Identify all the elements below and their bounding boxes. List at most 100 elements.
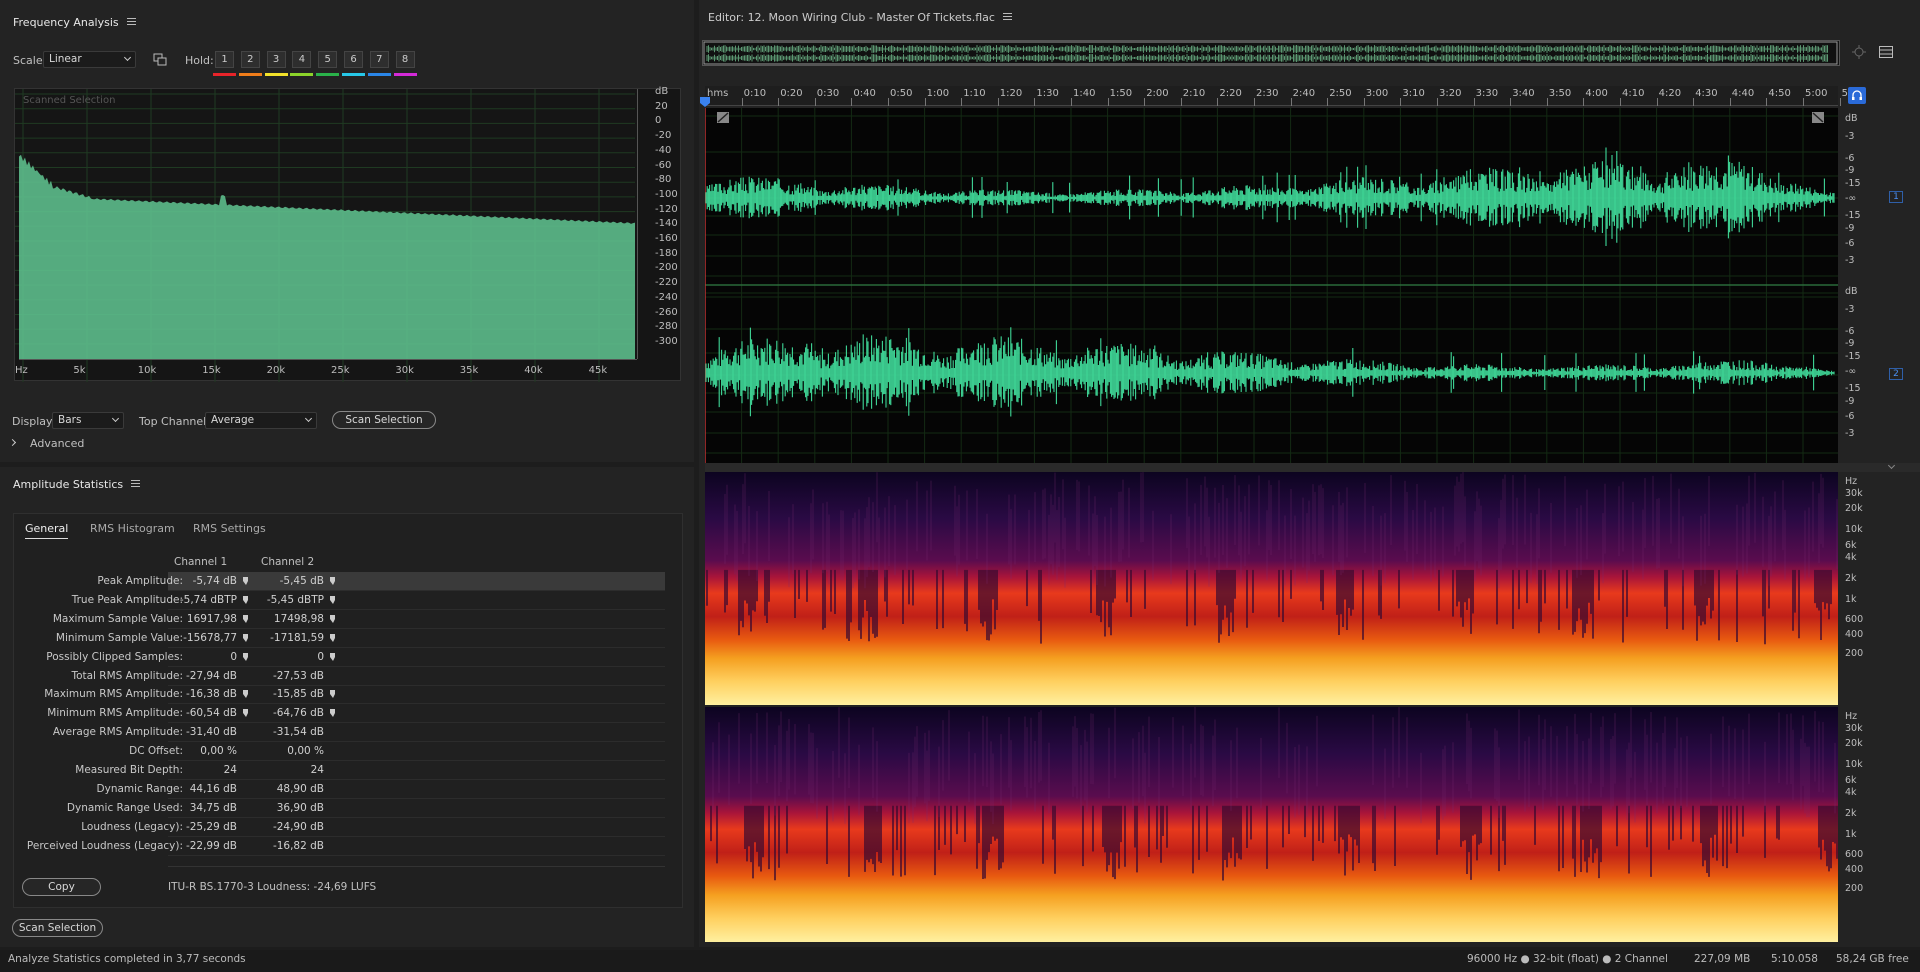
timeline-tick [1803,98,1804,106]
go-to-marker-icon[interactable] [243,595,249,604]
fade-in-handle-icon[interactable] [717,112,729,123]
stats-value-ch2: -27,53 dB [272,669,324,682]
scale-label: Scale: [13,54,47,67]
tab-general[interactable]: General [25,522,69,539]
layout-icon[interactable] [1879,46,1893,58]
timeline-tick [1510,98,1512,106]
view-divider[interactable] [705,463,1920,472]
go-to-marker-icon[interactable] [330,577,336,585]
spectrogram-hz-tick: 6k [1845,775,1857,786]
hold-button-4[interactable]: 4 [292,51,312,68]
hz-tick: 20k [266,365,286,376]
db-tick: -200 [655,262,678,274]
hold-button-8[interactable]: 8 [395,51,415,68]
overview-bar[interactable] [702,40,1840,66]
channel-2-header: Channel 2 [261,556,315,568]
stats-row: Total RMS Amplitude: -27,94 dB -27,53 dB [20,667,665,686]
spectrogram-hz-tick: 20k [1845,503,1863,514]
spectrum-bars [19,154,635,359]
headphones-icon[interactable] [1848,87,1866,104]
editor-title: Editor: 12. Moon Wiring Club - Master Of… [708,11,1012,24]
timeline-label: 2:30 [1256,88,1279,99]
timeline-tick [1290,98,1292,106]
hold-button-3[interactable]: 3 [266,51,286,68]
spectrogram-display[interactable] [705,472,1838,942]
timeline-tick [1546,98,1548,106]
timeline-tick [778,98,780,106]
go-to-marker-icon[interactable] [243,577,249,585]
waveform-db-tick: -6 [1845,411,1855,422]
timeline-ruler[interactable]: hms 0:10 0:20 0:30 0:40 0:50 1:00 1:10 1:20 1:30 1… [705,86,1851,106]
spectrogram-hz-tick: 1k [1845,829,1857,840]
waveform-db-tick: -9 [1845,338,1855,349]
zoom-icon[interactable] [1851,44,1867,60]
db-axis-line [637,89,638,359]
channel-2-badge[interactable]: 2 [1889,368,1903,380]
waveform-db-tick: -15 [1845,383,1861,394]
go-to-marker-icon[interactable] [330,614,336,623]
go-to-marker-icon[interactable] [330,595,336,604]
hz-axis-line [19,359,637,360]
panel-menu-icon[interactable] [1002,13,1012,20]
timeline-label: 5:00 [1805,88,1828,99]
stats-value-ch2: 24 [310,764,324,776]
hold-button-2[interactable]: 2 [240,51,260,68]
timeline-tick [1766,98,1768,106]
tab-rms-settings[interactable]: RMS Settings [193,522,266,535]
stats-value-ch1: 24 [223,764,237,776]
channel-1-badge[interactable]: 1 [1889,191,1903,203]
waveform-db-tick: -6 [1845,238,1855,249]
db-tick: -20 [655,130,672,142]
waveform-db-tick: -6 [1845,326,1855,337]
stats-value-ch1: -5,74 dB [192,575,237,587]
timeline-label: 0:50 [890,88,913,99]
scan-selection-button[interactable]: Scan Selection [332,411,436,429]
go-to-marker-icon[interactable] [330,652,336,661]
go-to-marker-icon[interactable] [330,633,336,642]
timeline-tick [961,98,963,106]
timeline-label: 1:50 [1109,88,1133,99]
stats-row: Possibly Clipped Samples: 0 0 [20,648,665,667]
go-to-marker-icon[interactable] [243,652,249,661]
waveform-display[interactable] [704,108,1841,475]
fade-out-handle-icon[interactable] [1812,112,1824,123]
db-tick: -240 [655,291,678,303]
timeline-label: 2:10 [1182,88,1206,99]
stats-value-ch1: -15678,77 [183,631,237,644]
chevron-right-icon[interactable] [8,438,17,447]
db-tick: -60 [655,159,672,171]
go-to-marker-icon[interactable] [243,633,249,642]
top-channel-dropdown[interactable]: Average [205,412,317,429]
scale-dropdown[interactable]: Linear [43,51,136,68]
copy-graph-icon[interactable] [153,53,167,66]
timeline-tick [814,98,816,106]
stats-value-ch1: 44,16 dB [189,782,237,795]
stats-value-ch2: 36,90 dB [276,801,324,814]
stats-row: Maximum Sample Value: 16917,98 17498,98 [20,610,665,629]
stats-value-ch2: -15,85 dB [272,688,324,701]
scan-selection-stats-button[interactable]: Scan Selection [12,919,103,937]
scanned-selection-overlay: Scanned Selection [23,95,116,106]
hold-button-5[interactable]: 5 [318,51,338,68]
hold-button-7[interactable]: 7 [369,51,389,68]
go-to-marker-icon[interactable] [243,690,249,699]
go-to-marker-icon[interactable] [330,709,336,718]
go-to-marker-icon[interactable] [243,709,249,718]
tab-rms-histogram[interactable]: RMS Histogram [90,522,175,535]
panel-menu-icon[interactable] [131,480,141,487]
copy-button[interactable]: Copy [22,878,101,896]
go-to-marker-icon[interactable] [330,690,336,699]
hz-tick: 30k [395,365,414,376]
stats-value-ch2: -16,82 dB [272,839,324,852]
advanced-toggle[interactable]: Advanced [30,437,84,450]
go-to-marker-icon[interactable] [243,614,249,623]
panel-menu-icon[interactable] [126,18,136,25]
db-tick: -260 [655,306,678,318]
timeline-tick [1071,98,1072,106]
hold-button-1[interactable]: 1 [215,51,234,68]
display-dropdown[interactable]: Bars [52,412,124,429]
hold-button-6[interactable]: 6 [344,51,363,68]
db-tick: -300 [655,335,678,347]
spectrogram-hz-tick: 400 [1845,629,1864,640]
timeline-label: 4:10 [1622,88,1645,99]
